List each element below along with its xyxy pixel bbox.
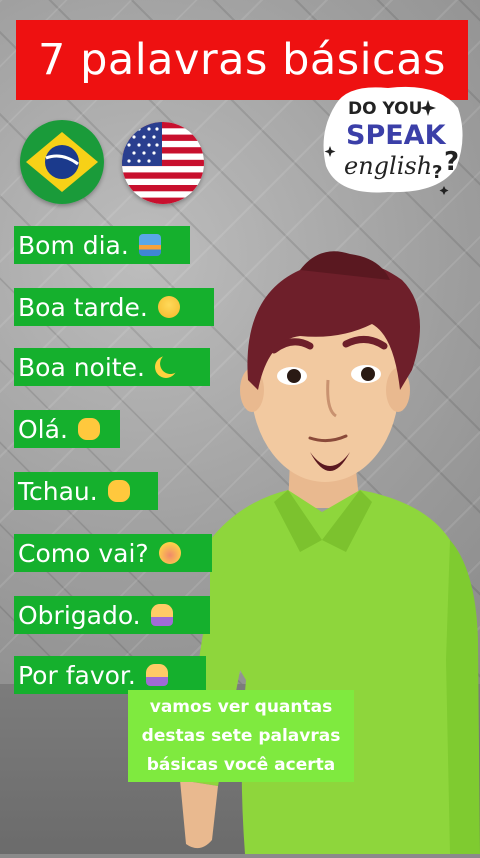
crescent-moon-icon bbox=[154, 356, 177, 378]
phrase-tchau: Tchau. bbox=[14, 472, 158, 510]
caption-line-2: destas sete palavras bbox=[141, 725, 341, 746]
phrase-boa-tarde: Boa tarde. bbox=[14, 288, 214, 326]
brazil-flag-icon bbox=[20, 120, 104, 204]
smiling-face-icon bbox=[157, 296, 180, 318]
sunrise-icon bbox=[138, 234, 161, 256]
sticker-line3: english bbox=[344, 152, 432, 180]
phrase-por-favor: Por favor. bbox=[14, 656, 206, 694]
caption-line-1: vamos ver quantas bbox=[149, 696, 333, 717]
page-title: 7 palavras básicas bbox=[38, 35, 446, 85]
phrase-text: Bom dia. bbox=[18, 230, 129, 260]
do-you-speak-english-sticker: DO YOU SPEAK english ? ? bbox=[318, 82, 468, 198]
phrase-boa-noite: Boa noite. bbox=[14, 348, 210, 386]
caption-line-3: básicas você acerta bbox=[146, 754, 336, 775]
phrase-bom-dia: Bom dia. bbox=[14, 226, 190, 264]
phrase-text: Boa tarde. bbox=[18, 292, 148, 322]
folded-hands-icon bbox=[150, 604, 173, 626]
phrase-ola: Olá. bbox=[14, 410, 120, 448]
phrase-text: Olá. bbox=[18, 414, 68, 444]
phrase-text: Como vai? bbox=[18, 538, 149, 568]
flushed-face-icon bbox=[158, 542, 181, 564]
phrase-text: Tchau. bbox=[18, 476, 98, 506]
phrase-text: Boa noite. bbox=[18, 352, 145, 382]
folded-hands-icon bbox=[145, 664, 168, 686]
sticker-line2: SPEAK bbox=[346, 120, 447, 151]
phrase-obrigado: Obrigado. bbox=[14, 596, 210, 634]
waving-hand-icon bbox=[107, 480, 130, 502]
sticker-line1: DO YOU bbox=[348, 99, 422, 119]
waving-hand-icon bbox=[77, 418, 100, 440]
phrase-como-vai: Como vai? bbox=[14, 534, 212, 572]
phrase-text: Obrigado. bbox=[18, 600, 141, 630]
usa-flag-icon bbox=[122, 122, 204, 204]
phrase-text: Por favor. bbox=[18, 660, 136, 690]
sticker-question-mark-2: ? bbox=[432, 162, 442, 183]
sticker-question-mark: ? bbox=[444, 147, 459, 177]
subtitle-caption: vamos ver quantas destas sete palavras b… bbox=[128, 690, 354, 782]
